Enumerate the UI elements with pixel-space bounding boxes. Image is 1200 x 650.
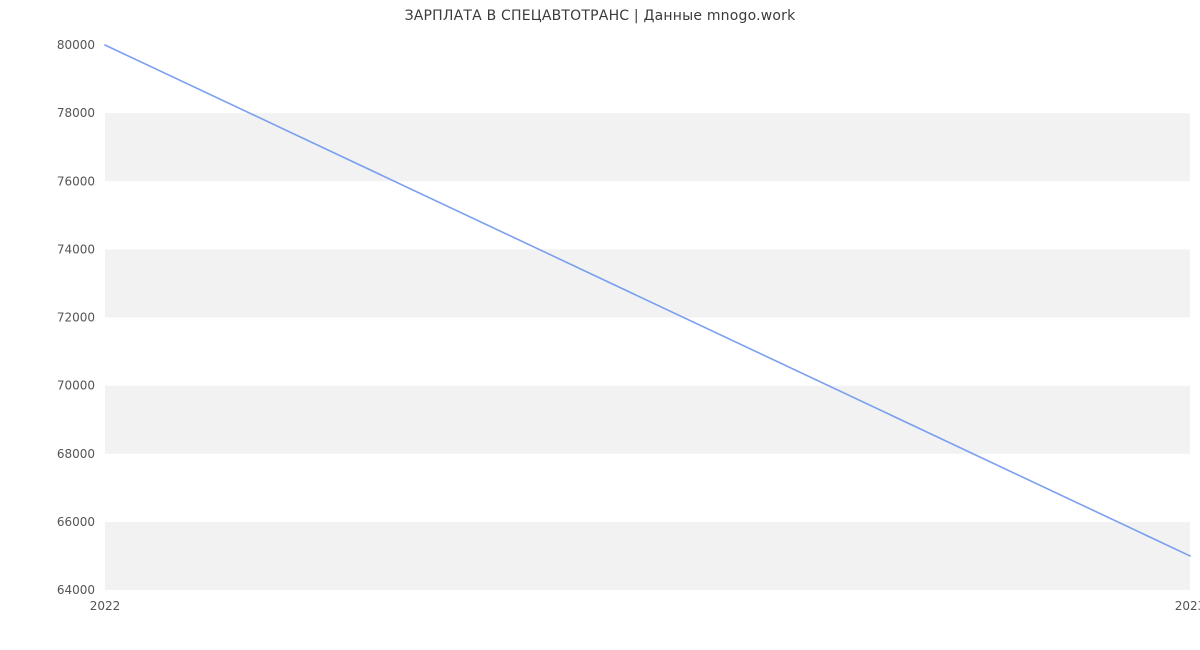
x-tick-label: 2023 bbox=[1175, 599, 1200, 613]
chart-container: ЗАРПЛАТА В СПЕЦАВТОТРАНС | Данные mnogo.… bbox=[0, 0, 1200, 650]
grid-band bbox=[105, 522, 1190, 590]
chart-svg: 64000 66000 68000 70000 72000 74000 76000 78000… bbox=[0, 0, 1200, 650]
y-tick-label: 78000 bbox=[57, 106, 95, 120]
grid-band bbox=[105, 454, 1190, 522]
y-tick-label: 66000 bbox=[57, 515, 95, 529]
grid-band bbox=[105, 181, 1190, 249]
y-tick-label: 74000 bbox=[57, 242, 95, 256]
chart-title: ЗАРПЛАТА В СПЕЦАВТОТРАНС | Данные mnogo.… bbox=[0, 8, 1200, 24]
x-tick-label: 2022 bbox=[90, 599, 121, 613]
y-tick-label: 80000 bbox=[57, 38, 95, 52]
y-tick-label: 68000 bbox=[57, 447, 95, 461]
y-tick-label: 76000 bbox=[57, 174, 95, 188]
y-tick-label: 70000 bbox=[57, 379, 95, 393]
grid-band bbox=[105, 249, 1190, 317]
grid-band bbox=[105, 386, 1190, 454]
y-tick-label: 72000 bbox=[57, 311, 95, 325]
grid-band bbox=[105, 45, 1190, 113]
y-tick-label: 64000 bbox=[57, 583, 95, 597]
grid-band bbox=[105, 113, 1190, 181]
grid-band bbox=[105, 318, 1190, 386]
